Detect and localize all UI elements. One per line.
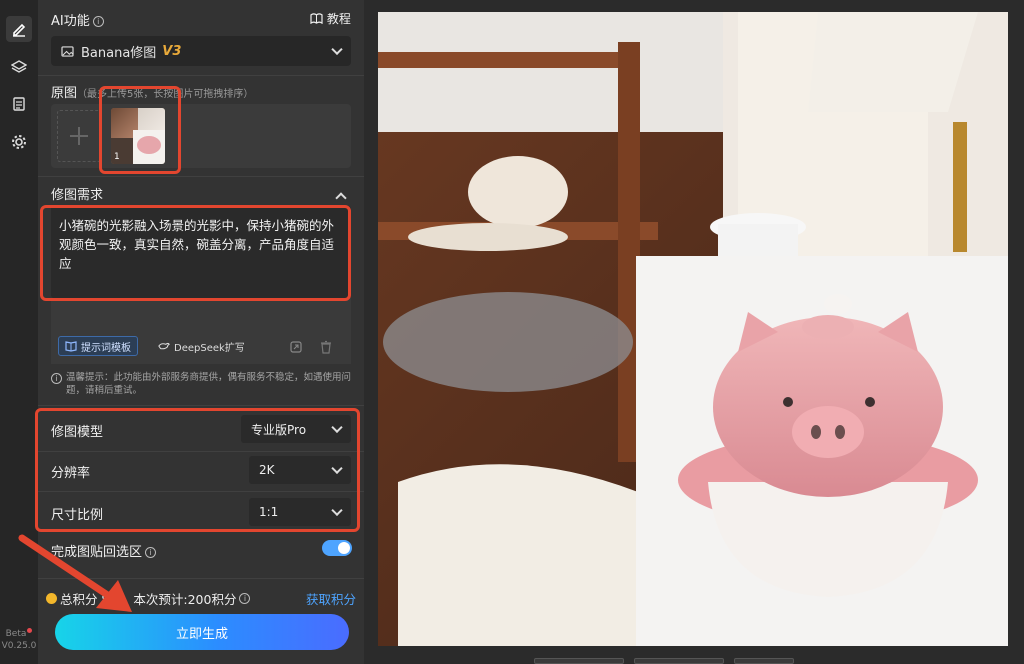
info-icon: i — [51, 373, 62, 384]
history-icon[interactable] — [289, 340, 303, 354]
toolbar-slot[interactable] — [734, 658, 794, 664]
model-row: 修图模型 专业版Pro — [51, 411, 351, 447]
version-badge: V3 — [162, 43, 182, 59]
chevron-up-icon[interactable] — [335, 192, 347, 204]
chevron-down-icon — [331, 421, 343, 434]
model-select[interactable]: 专业版Pro — [241, 415, 351, 443]
document-icon[interactable] — [6, 91, 32, 117]
settings-icon[interactable] — [6, 129, 32, 155]
edit-request-title: 修图需求 — [51, 188, 104, 203]
resolution-select[interactable]: 2K — [249, 456, 351, 484]
tool-rail: Beta V0.25.0 — [0, 0, 38, 664]
resolution-row: 分辨率 2K — [51, 452, 351, 488]
aspect-ratio-select[interactable]: 1:1 — [249, 498, 351, 526]
canvas-area — [364, 0, 1024, 664]
image-upload-area: 1 — [51, 104, 351, 168]
ai-function-select[interactable]: Banana修图 V3 — [51, 36, 351, 66]
prompt-template-button[interactable]: 提示词模板 — [58, 336, 138, 356]
chevron-down-icon — [331, 43, 343, 56]
upload-hint: （最多上传5张，长按图片可拖拽排序） — [77, 89, 254, 100]
image-thumbnail[interactable]: 1 — [111, 108, 165, 164]
generate-button[interactable]: 立即生成 — [55, 614, 349, 650]
points-summary: 总积分 909 本次预计:200积分 i — [46, 589, 251, 608]
aspect-ratio-row: 尺寸比例 1:1 — [51, 494, 351, 530]
book-icon — [65, 341, 77, 352]
app-window: Beta V0.25.0 AI功能 i 教程 Banana修图 V3 原图（最多上… — [0, 0, 1024, 664]
divider — [38, 578, 364, 579]
paste-back-toggle[interactable] — [322, 540, 352, 556]
model-label: 修图模型 — [51, 425, 104, 440]
resolution-label: 分辨率 — [51, 466, 91, 481]
paste-back-label: 完成图贴回选区 i — [51, 541, 157, 560]
service-notice: i 温馨提示：此功能由外部服务商提供，偶有服务不稳定，如遇使用问题，请稍后重试。 — [51, 371, 356, 397]
version-label: Beta V0.25.0 — [1, 628, 37, 651]
layers-icon[interactable] — [6, 54, 32, 80]
ai-function-value: Banana修图 — [81, 45, 157, 61]
settings-panel: AI功能 i 教程 Banana修图 V3 原图（最多上传5张，长按图片可拖拽排序… — [35, 0, 364, 664]
original-section-title: 原图（最多上传5张，长按图片可拖拽排序） — [51, 86, 254, 101]
get-points-link[interactable]: 获取积分 — [306, 589, 356, 608]
canvas-toolbar — [524, 656, 824, 664]
trash-icon[interactable] — [319, 340, 333, 354]
divider — [38, 491, 364, 492]
ai-function-title: AI功能 i — [51, 10, 104, 29]
tutorial-link[interactable]: 教程 — [310, 10, 351, 27]
edit-request-input[interactable]: 小猪碗的光影融入场景的光影中，保持小猪碗的外观颜色一致，真实自然，碗盖分离，产品… — [51, 206, 351, 298]
edit-icon[interactable] — [6, 16, 32, 42]
divider — [38, 176, 364, 177]
toolbar-slot[interactable] — [634, 658, 724, 664]
deepseek-expand-button[interactable]: DeepSeek扩写 — [152, 336, 251, 356]
beta-dot — [27, 628, 33, 633]
toolbar-slot[interactable] — [534, 658, 624, 664]
image-icon — [61, 45, 74, 57]
scene-illustration — [378, 12, 1008, 646]
whale-icon — [158, 342, 170, 350]
info-icon[interactable]: i — [92, 16, 104, 27]
aspect-ratio-label: 尺寸比例 — [51, 508, 104, 523]
info-icon[interactable]: i — [145, 547, 157, 558]
chevron-down-icon — [331, 462, 343, 475]
book-icon — [310, 13, 323, 25]
divider — [38, 75, 364, 76]
thumbnail-index: 1 — [114, 152, 120, 162]
add-image-button[interactable] — [57, 110, 101, 162]
preview-image[interactable] — [378, 12, 1008, 646]
coin-icon — [46, 593, 57, 604]
chevron-down-icon — [331, 504, 343, 517]
info-icon[interactable]: i — [239, 593, 251, 604]
divider — [38, 405, 364, 406]
